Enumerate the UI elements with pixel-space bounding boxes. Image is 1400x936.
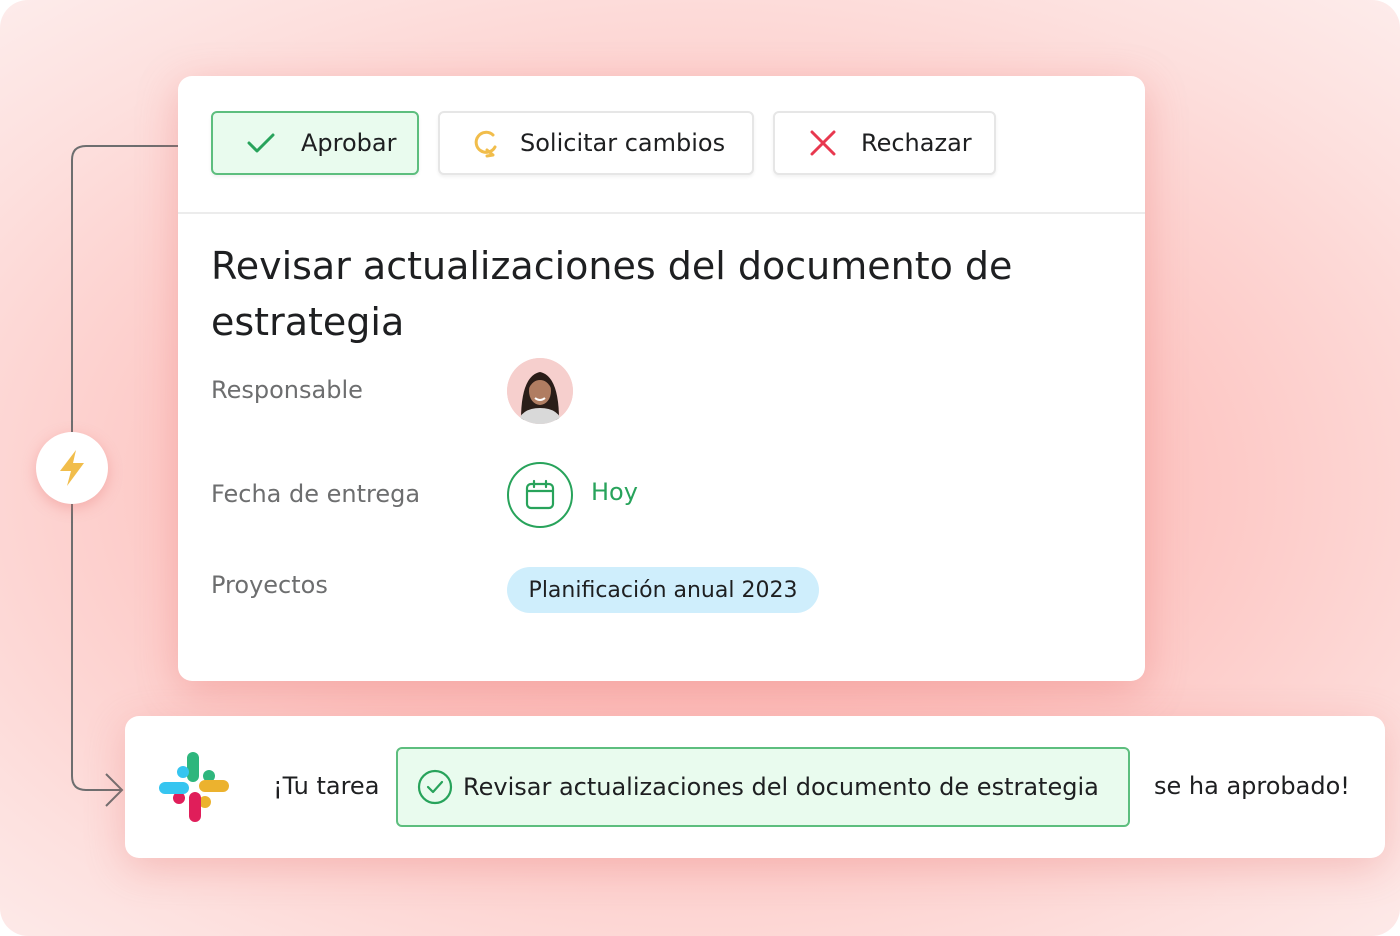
- refresh-icon: [466, 123, 506, 163]
- projects-label: Proyectos: [211, 571, 328, 599]
- reject-label: Rechazar: [861, 129, 972, 157]
- assignee-avatar[interactable]: [507, 358, 573, 424]
- slack-logo-icon: [159, 752, 229, 822]
- x-icon: [803, 123, 843, 163]
- approve-button[interactable]: Aprobar: [211, 111, 419, 175]
- reject-button[interactable]: Rechazar: [773, 111, 996, 175]
- rule-trigger-badge[interactable]: [36, 432, 108, 504]
- due-date-picker[interactable]: [507, 462, 573, 528]
- due-date-value[interactable]: Hoy: [591, 478, 638, 506]
- approve-label: Aprobar: [301, 129, 397, 157]
- check-circle-icon: [417, 769, 453, 805]
- background-stage: Aprobar Solicitar cambios Rechazar Revis…: [0, 0, 1400, 936]
- slack-notification: ¡Tu tarea Revisar actualizaciones del do…: [125, 716, 1385, 858]
- approval-actions-bar: Aprobar Solicitar cambios Rechazar: [178, 76, 1145, 214]
- task-title: Revisar actualizaciones del documento de…: [211, 244, 1013, 344]
- assignee-label: Responsable: [211, 376, 363, 404]
- due-date-label: Fecha de entrega: [211, 480, 421, 508]
- request-changes-label: Solicitar cambios: [520, 129, 726, 157]
- task-card: Aprobar Solicitar cambios Rechazar Revis…: [178, 76, 1145, 681]
- notification-suffix: se ha aprobado!: [1154, 772, 1350, 800]
- lightning-bolt-icon: [60, 450, 84, 486]
- notification-task-name: Revisar actualizaciones del documento de…: [463, 773, 1099, 801]
- notification-task-chip[interactable]: Revisar actualizaciones del documento de…: [396, 747, 1130, 827]
- check-icon: [241, 123, 281, 163]
- notification-prefix: ¡Tu tarea: [273, 772, 380, 800]
- calendar-icon: [525, 479, 555, 510]
- request-changes-button[interactable]: Solicitar cambios: [438, 111, 754, 175]
- project-tag[interactable]: Planificación anual 2023: [507, 567, 819, 613]
